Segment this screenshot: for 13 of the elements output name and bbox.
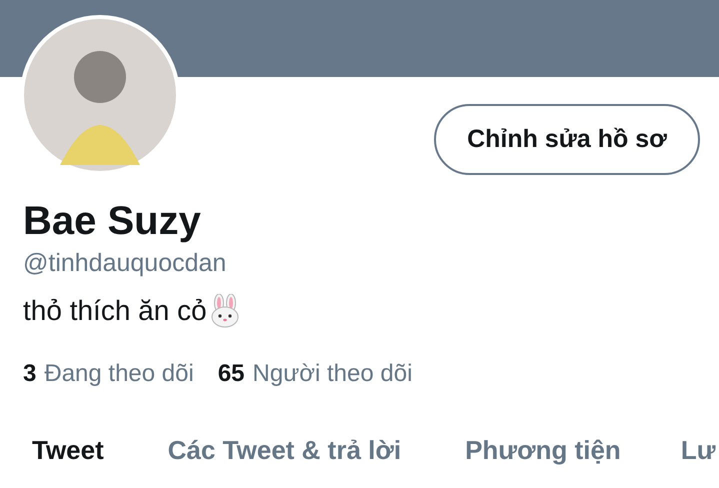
tab[interactable]: Các Tweet & trả lời	[168, 433, 402, 467]
edit-profile-button[interactable]: Chỉnh sửa hồ sơ	[434, 104, 700, 175]
stat-label[interactable]: Người theo dõi	[252, 359, 412, 389]
bio-text: thỏ thích ăn cỏ	[23, 294, 207, 328]
stat-label[interactable]: Đang theo dõi	[44, 359, 194, 389]
username: @tinhdauquocdan	[23, 248, 228, 279]
stat-count[interactable]: 3	[23, 359, 36, 389]
tab[interactable]: Phương tiện	[465, 433, 621, 467]
tab[interactable]: Tweet	[32, 433, 104, 467]
stat-count[interactable]: 65	[218, 359, 245, 389]
display-name: Bae Suzy	[23, 198, 202, 245]
tab[interactable]: Lư	[680, 433, 716, 467]
rabbit-face-icon	[208, 294, 241, 328]
